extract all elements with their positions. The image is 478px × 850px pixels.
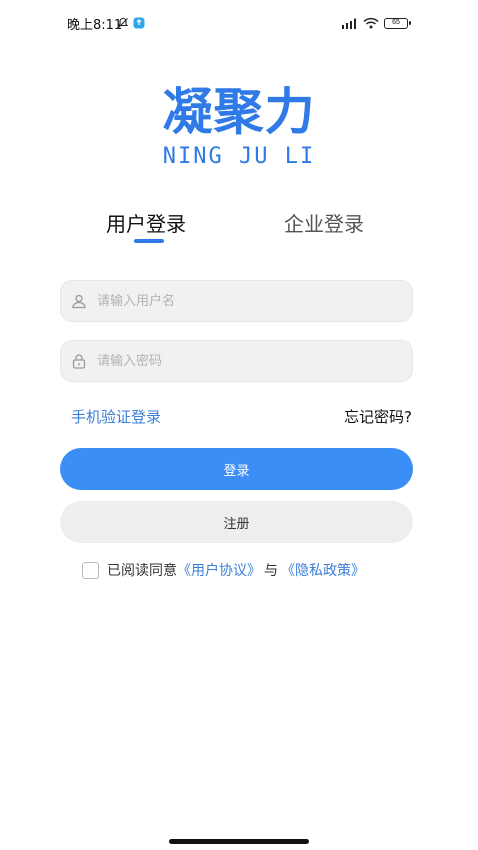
logo-chinese: 凝聚力 bbox=[162, 83, 316, 141]
status-right-icons: 65 bbox=[340, 14, 411, 33]
active-tab-indicator bbox=[134, 239, 164, 243]
user-agreement-link[interactable]: 《用户协议》 bbox=[177, 560, 261, 580]
login-tabs: 用户登录 企业登录 bbox=[0, 208, 478, 248]
login-button[interactable]: 登录 bbox=[60, 448, 413, 490]
agreement-and: 与 bbox=[264, 563, 278, 579]
lock-icon bbox=[61, 353, 97, 369]
mute-bell-icon bbox=[117, 14, 129, 33]
wifi-icon bbox=[363, 14, 379, 33]
username-field[interactable] bbox=[60, 280, 413, 322]
home-indicator[interactable] bbox=[169, 839, 309, 844]
privacy-policy-link[interactable]: 《隐私政策》 bbox=[281, 560, 365, 580]
forgot-password-link[interactable]: 忘记密码? bbox=[344, 406, 412, 427]
sms-login-link[interactable]: 手机验证登录 bbox=[71, 406, 161, 427]
username-input[interactable] bbox=[97, 293, 397, 309]
agreement-row: 已阅读同意 《用户协议》 与 《隐私政策》 bbox=[82, 558, 365, 582]
status-time: 晚上8:11 bbox=[67, 18, 123, 33]
app-logo: 凝聚力 NING JU LI bbox=[0, 82, 478, 172]
user-icon bbox=[61, 293, 97, 309]
password-field[interactable] bbox=[60, 340, 413, 382]
login-options-row: 手机验证登录 忘记密码? bbox=[0, 406, 478, 430]
signal-icon bbox=[340, 14, 358, 33]
battery-icon: 65 bbox=[384, 18, 411, 29]
status-left-icons bbox=[117, 14, 145, 33]
agreement-prefix: 已阅读同意 bbox=[107, 563, 177, 579]
password-input[interactable] bbox=[97, 353, 397, 369]
register-button[interactable]: 注册 bbox=[60, 501, 413, 543]
agreement-checkbox[interactable] bbox=[82, 561, 99, 579]
tab-company-login[interactable]: 企业登录 bbox=[284, 208, 364, 237]
tab-user-login[interactable]: 用户登录 bbox=[106, 208, 186, 237]
status-bar: 晚上8:11 65 bbox=[0, 0, 478, 44]
logo-english: NING JU LI bbox=[162, 144, 316, 169]
app-notification-icon bbox=[133, 14, 145, 33]
